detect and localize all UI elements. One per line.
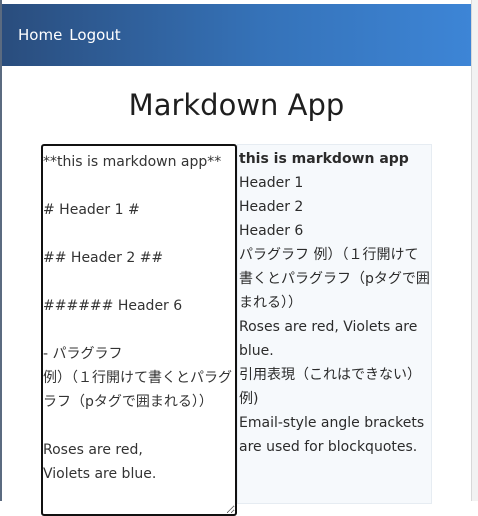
nav-home-link[interactable]: Home: [18, 26, 62, 44]
page-title: Markdown App: [128, 88, 345, 122]
preview-roses: Roses are red, Violets are blue.: [239, 319, 418, 359]
navbar: Home Logout: [2, 4, 471, 66]
app-window: Home Logout Markdown App this is markdow…: [0, 0, 478, 516]
preview-quote: 引用表現（これはできない）例): [239, 367, 421, 407]
window-left-edge: [0, 0, 2, 501]
preview-h1: Header 1: [239, 175, 304, 191]
preview-email: Email-style angle brackets are used for …: [239, 415, 425, 455]
preview-strong: this is markdown app: [239, 151, 409, 167]
nav-logout-link[interactable]: Logout: [69, 26, 120, 44]
preview-paragraph: パラグラフ 例）（１行開けて書くとパラグラフ（pタグで囲まれる））: [239, 247, 430, 311]
vertical-scrollbar[interactable]: [471, 0, 478, 501]
preview-h2: Header 2: [239, 199, 304, 215]
markdown-preview: this is markdown app Header 1 Header 2 H…: [237, 144, 432, 504]
preview-h6: Header 6: [239, 223, 304, 239]
markdown-editor[interactable]: [41, 144, 237, 516]
